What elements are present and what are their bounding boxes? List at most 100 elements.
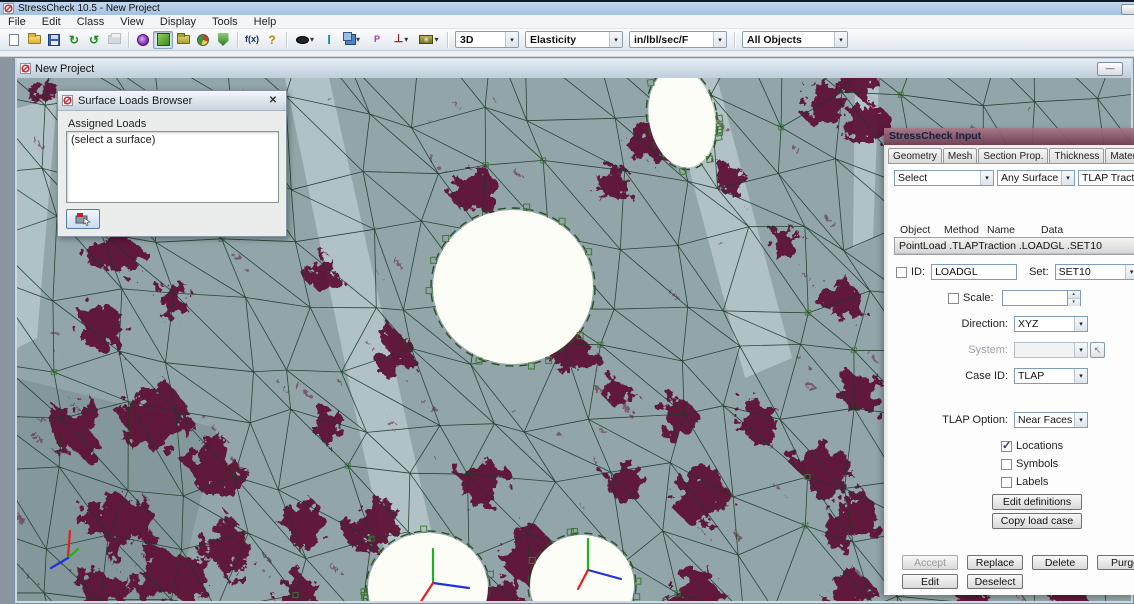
replace-button[interactable]: Replace [967,555,1023,570]
labels-checkbox[interactable]: ✓ [1001,477,1012,488]
deselect-button[interactable]: Deselect [967,574,1023,589]
ibeam-section-button[interactable]: I [319,31,339,49]
select-mode-combo[interactable]: Select▾ [894,170,994,186]
dimension-combo[interactable]: 3D▾ [455,31,519,48]
point-label-button[interactable]: P [367,31,387,49]
import-model-button[interactable]: ↻ [64,31,84,49]
layers-tool-icon [343,32,352,41]
menu-display[interactable]: Display [152,15,204,29]
model-info-button[interactable] [133,31,153,49]
units-value: in/lbl/sec/F [630,34,713,46]
import-model-icon: ↻ [69,34,79,46]
system-label: System: [968,344,1008,356]
support-tool-icon: ⊥ [394,34,404,45]
formula-button[interactable]: f(x) [242,31,262,49]
help-icon: ? [268,34,275,46]
case-id-combo[interactable]: TLAP▾ [1014,368,1088,384]
tab-section-prop[interactable]: Section Prop. [978,148,1048,163]
check-shield-button[interactable] [213,31,233,49]
copy-load-case-button[interactable]: Copy load case [992,513,1082,529]
edit-definitions-button[interactable]: Edit definitions [992,494,1082,510]
symbols-checkbox[interactable]: ✓ [1001,459,1012,470]
chevron-down-icon: ▾ [1074,369,1087,383]
id-label: ID: [911,266,925,278]
menu-class[interactable]: Class [69,15,113,29]
surface-filter-combo[interactable]: Any Surface▾ [997,170,1075,186]
panel-titlebar[interactable]: StressCheck Input [884,128,1134,145]
menu-file[interactable]: File [0,15,34,29]
new-file-button[interactable] [4,31,24,49]
scale-field[interactable] [1002,290,1068,306]
main-titlebar[interactable]: StressCheck 10.5 - New Project [0,0,1134,15]
chevron-down-icon: ▾ [1074,317,1087,331]
close-icon[interactable]: ✕ [264,94,282,108]
new-file-icon [9,34,19,46]
check-shield-icon [218,33,229,46]
dialog-titlebar[interactable]: Surface Loads Browser ✕ [58,91,286,111]
traction-type-combo[interactable]: TLAP Traction▾ [1078,170,1134,186]
set-combo[interactable]: SET10▾ [1055,264,1134,280]
scale-checkbox[interactable]: ✓ [948,293,959,304]
id-checkbox[interactable]: ✓ [896,267,907,278]
locations-checkbox[interactable]: ✓ [1001,441,1012,452]
open-project-icon [28,35,41,44]
analysis-type-combo[interactable]: Elasticity▾ [525,31,623,48]
units-combo[interactable]: in/lbl/sec/F▾ [629,31,727,48]
window-control-button[interactable] [1121,4,1134,15]
mdi-titlebar[interactable]: New Project — [17,59,1131,78]
tlap-option-label: TLAP Option: [942,414,1008,426]
load-tool-icon [74,212,92,226]
purge-button[interactable]: Purge [1097,555,1134,570]
results-folder-button[interactable] [173,31,193,49]
print-icon [108,35,121,44]
column-header-object: Object [900,224,930,236]
menu-edit[interactable]: Edit [34,15,69,29]
save-project-button[interactable] [44,31,64,49]
layers-tool-button[interactable]: ▾ [339,31,367,49]
direction-combo[interactable]: XYZ▾ [1014,316,1088,332]
delete-button[interactable]: Delete [1032,555,1088,570]
load-object-row[interactable]: PointLoad .TLAPTraction .LOADGL .SET10 [895,238,1134,254]
tlap-option-combo[interactable]: Near Faces▾ [1014,412,1088,428]
mesh-display-button[interactable] [153,31,173,49]
edit-button[interactable]: Edit [902,574,958,589]
chevron-down-icon: ▾ [505,32,518,47]
menu-help[interactable]: Help [246,15,285,29]
chevron-down-icon: ▾ [1074,343,1087,357]
camera-tool-button[interactable]: ▾ [415,31,443,49]
support-tool-button[interactable]: ⊥▾ [387,31,415,49]
export-model-button[interactable]: ↺ [84,31,104,49]
tab-mesh[interactable]: Mesh [943,148,977,163]
assigned-loads-list[interactable]: (select a surface) [66,131,279,203]
set-label: Set: [1029,266,1049,278]
results-folder-icon [177,35,190,44]
chevron-down-icon: ▾ [834,32,847,47]
object-filter-combo[interactable]: All Objects▾ [742,31,848,48]
id-field[interactable]: LOADGL [931,264,1017,280]
symbols-label: Symbols [1016,458,1058,470]
assign-load-button[interactable] [66,209,100,229]
menu-tools[interactable]: Tools [204,15,246,29]
help-button[interactable]: ? [262,31,282,49]
mdi-minimize-button[interactable]: — [1097,62,1123,76]
toolbar-separator [447,32,448,48]
mdi-title: New Project [35,63,94,75]
scale-stepper[interactable]: ▴▾ [1068,290,1081,306]
tab-geometry[interactable]: Geometry [888,148,942,163]
accept-button[interactable]: Accept [902,555,958,570]
system-pick-button[interactable]: ↖ [1090,342,1105,358]
toolbar-separator [237,32,238,48]
chevron-down-icon: ▾ [310,35,314,44]
menu-view[interactable]: View [112,15,152,29]
plot-chart-icon [197,34,209,46]
open-project-button[interactable] [24,31,44,49]
stresscheck-logo-icon [20,63,31,74]
formula-icon: f(x) [245,35,259,44]
chevron-down-icon: ▾ [1074,413,1087,427]
tab-thickness[interactable]: Thickness [1049,148,1104,163]
tab-material[interactable]: Material [1105,148,1134,163]
export-model-icon: ↺ [89,34,99,46]
plot-chart-button[interactable] [193,31,213,49]
model-info-icon [137,34,149,46]
ellipse-tool-button[interactable]: ▾ [291,31,319,49]
